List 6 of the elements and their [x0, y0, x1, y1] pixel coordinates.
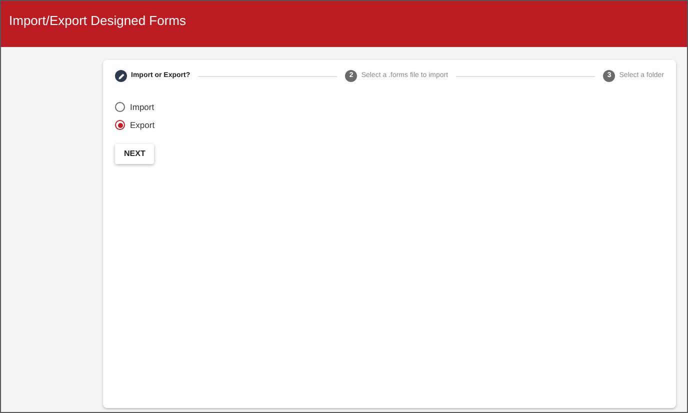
radio-label: Import: [130, 101, 154, 114]
radio-button[interactable]: [115, 120, 125, 130]
page-title: Import/Export Designed Forms: [9, 12, 186, 30]
radio-button[interactable]: [115, 102, 125, 112]
next-button[interactable]: NEXT: [115, 144, 154, 164]
radio-label: Export: [130, 118, 155, 132]
